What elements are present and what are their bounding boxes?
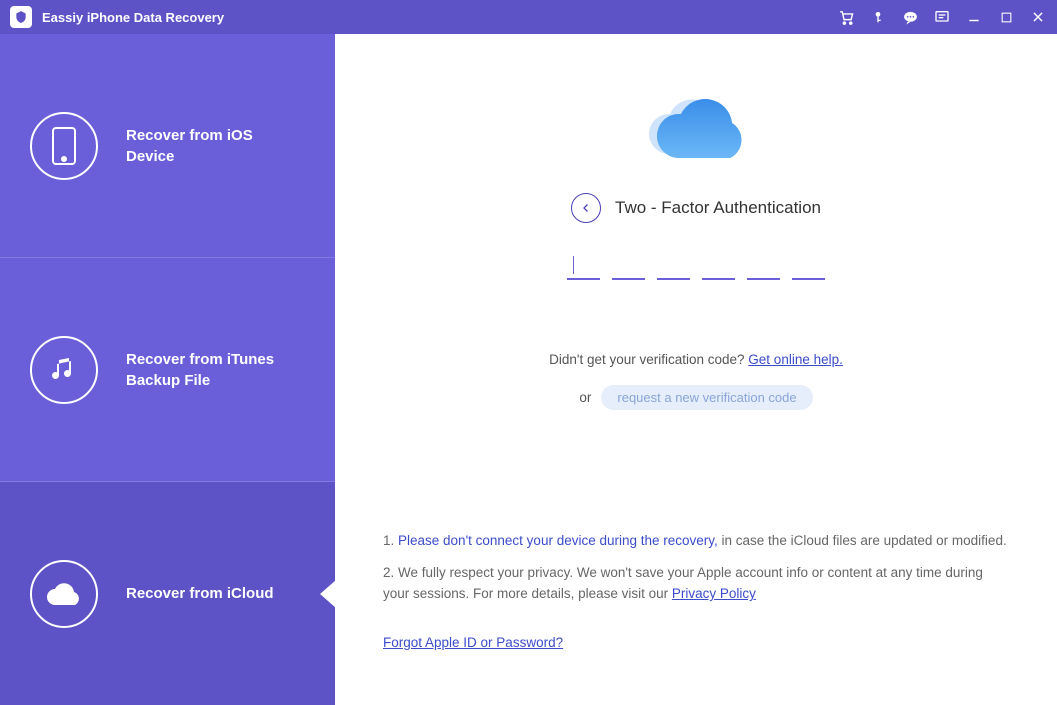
forgot-apple-id-link[interactable]: Forgot Apple ID or Password?	[383, 635, 563, 650]
phone-icon	[30, 112, 98, 180]
code-input-1[interactable]	[567, 253, 600, 274]
or-text: or	[579, 390, 591, 405]
sidebar-item-label: Recover from iTunes Backup File	[126, 349, 286, 391]
back-button[interactable]	[571, 193, 601, 223]
help-prefix: Didn't get your verification code?	[549, 352, 748, 367]
cart-icon[interactable]	[837, 8, 855, 26]
music-note-icon	[30, 336, 98, 404]
feedback-icon[interactable]	[933, 8, 951, 26]
minimize-icon[interactable]	[965, 8, 983, 26]
page-heading: Two - Factor Authentication	[615, 198, 821, 218]
app-title: Eassiy iPhone Data Recovery	[42, 10, 224, 25]
titlebar: Eassiy iPhone Data Recovery	[0, 0, 1057, 34]
sidebar: Recover from iOS Device Recover from iTu…	[0, 34, 335, 705]
code-digit-1	[567, 253, 600, 280]
sidebar-item-label: Recover from iOS Device	[126, 125, 286, 167]
chat-icon[interactable]	[901, 8, 919, 26]
app-logo	[10, 6, 32, 28]
sidebar-item-label: Recover from iCloud	[126, 583, 274, 604]
online-help-link[interactable]: Get online help.	[748, 352, 843, 367]
code-input-4[interactable]	[702, 253, 735, 280]
active-arrow	[320, 580, 336, 608]
key-icon[interactable]	[869, 8, 887, 26]
help-text: Didn't get your verification code? Get o…	[549, 352, 843, 367]
sidebar-item-ios-device[interactable]: Recover from iOS Device	[0, 34, 335, 258]
request-code-button[interactable]: request a new verification code	[601, 385, 812, 410]
main-panel: Two - Factor Authentication Didn't get y…	[335, 34, 1057, 705]
code-input-3[interactable]	[657, 253, 690, 280]
icloud-logo	[631, 84, 761, 179]
close-icon[interactable]	[1029, 8, 1047, 26]
maximize-icon[interactable]	[997, 8, 1015, 26]
code-input-6[interactable]	[792, 253, 825, 280]
sidebar-item-icloud[interactable]: Recover from iCloud	[0, 482, 335, 705]
note-1: 1. Please don't connect your device duri…	[383, 530, 1009, 552]
cloud-icon	[30, 560, 98, 628]
note-2: 2. We fully respect your privacy. We won…	[383, 562, 1009, 605]
notes: 1. Please don't connect your device duri…	[383, 530, 1009, 605]
code-input-2[interactable]	[612, 253, 645, 280]
sidebar-item-itunes[interactable]: Recover from iTunes Backup File	[0, 258, 335, 482]
verification-code-inputs	[567, 253, 825, 280]
privacy-policy-link[interactable]: Privacy Policy	[672, 586, 756, 601]
code-input-5[interactable]	[747, 253, 780, 280]
